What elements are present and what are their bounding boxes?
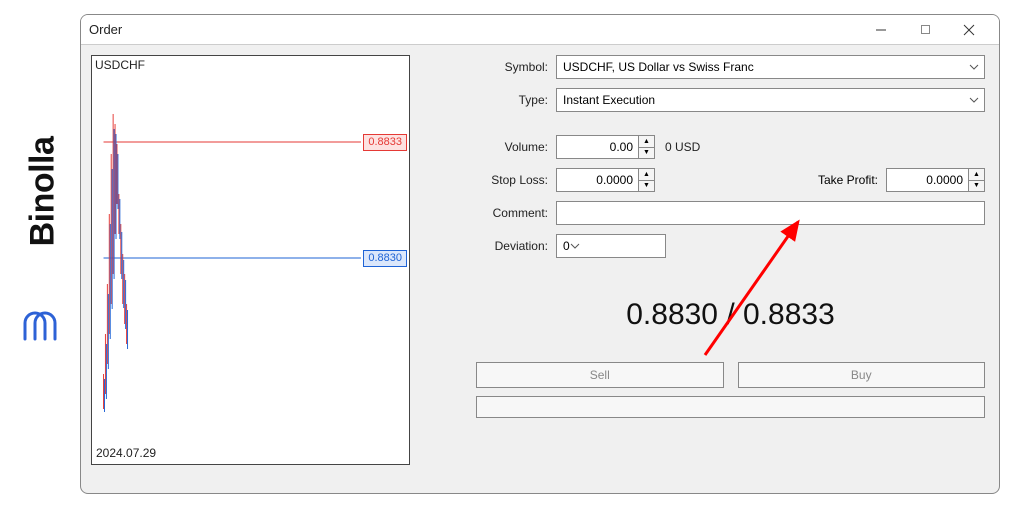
symbol-select-value: USDCHF, US Dollar vs Swiss Franc	[563, 60, 754, 74]
close-button[interactable]	[947, 15, 991, 45]
comment-label: Comment:	[476, 206, 556, 220]
maximize-button[interactable]	[903, 15, 947, 45]
take-profit-step-up[interactable]: ▲	[969, 169, 984, 181]
volume-stepper[interactable]: ▲ ▼	[638, 135, 655, 159]
brand-sidebar: Binolla	[8, 0, 78, 512]
deviation-select[interactable]: 0	[556, 234, 666, 258]
take-profit-input[interactable]	[886, 168, 968, 192]
volume-step-down[interactable]: ▼	[639, 148, 654, 159]
window-title: Order	[89, 22, 859, 37]
sell-button[interactable]: Sell	[476, 362, 724, 388]
stop-loss-step-up[interactable]: ▲	[639, 169, 654, 181]
volume-step-up[interactable]: ▲	[639, 136, 654, 148]
symbol-select[interactable]: USDCHF, US Dollar vs Swiss Franc	[556, 55, 985, 79]
chart-panel: USDCHF 0.8833 0.8830 2024.07.29	[81, 45, 416, 493]
bid-ask-quote: 0.8830 / 0.8833	[476, 298, 985, 332]
volume-usd-label: 0 USD	[665, 140, 700, 154]
take-profit-label: Take Profit:	[796, 173, 886, 187]
volume-input[interactable]	[556, 135, 638, 159]
order-form: Symbol: USDCHF, US Dollar vs Swiss Franc…	[416, 45, 999, 493]
chevron-down-icon	[969, 64, 979, 70]
chevron-down-icon	[969, 97, 979, 103]
type-select-value: Instant Execution	[563, 93, 655, 107]
volume-label: Volume:	[476, 140, 556, 154]
take-profit-stepper[interactable]: ▲ ▼	[968, 168, 985, 192]
deviation-value: 0	[563, 239, 570, 253]
minimize-button[interactable]	[859, 15, 903, 45]
brand-name: Binolla	[24, 136, 63, 246]
titlebar: Order	[81, 15, 999, 45]
chart-symbol-label: USDCHF	[95, 58, 145, 72]
chart-candles-icon	[92, 74, 409, 446]
deviation-label: Deviation:	[476, 239, 556, 253]
take-profit-step-down[interactable]: ▼	[969, 181, 984, 192]
brand-logo-icon	[23, 311, 63, 341]
chart-date-label: 2024.07.29	[96, 446, 156, 460]
order-window: Order USDCHF 0.883	[80, 14, 1000, 494]
ask-price-tag: 0.8833	[363, 134, 407, 151]
window-content: USDCHF 0.8833 0.8830 2024.07.29 Symbol:	[81, 45, 999, 493]
status-bar	[476, 396, 985, 418]
type-select[interactable]: Instant Execution	[556, 88, 985, 112]
price-chart: USDCHF 0.8833 0.8830 2024.07.29	[91, 55, 410, 465]
type-label: Type:	[476, 93, 556, 107]
stop-loss-step-down[interactable]: ▼	[639, 181, 654, 192]
bid-price-tag: 0.8830	[363, 250, 407, 267]
chevron-down-icon	[570, 243, 580, 249]
buy-button[interactable]: Buy	[738, 362, 986, 388]
symbol-label: Symbol:	[476, 60, 556, 74]
stop-loss-stepper[interactable]: ▲ ▼	[638, 168, 655, 192]
comment-input[interactable]	[556, 201, 985, 225]
stop-loss-input[interactable]	[556, 168, 638, 192]
stop-loss-label: Stop Loss:	[476, 173, 556, 187]
